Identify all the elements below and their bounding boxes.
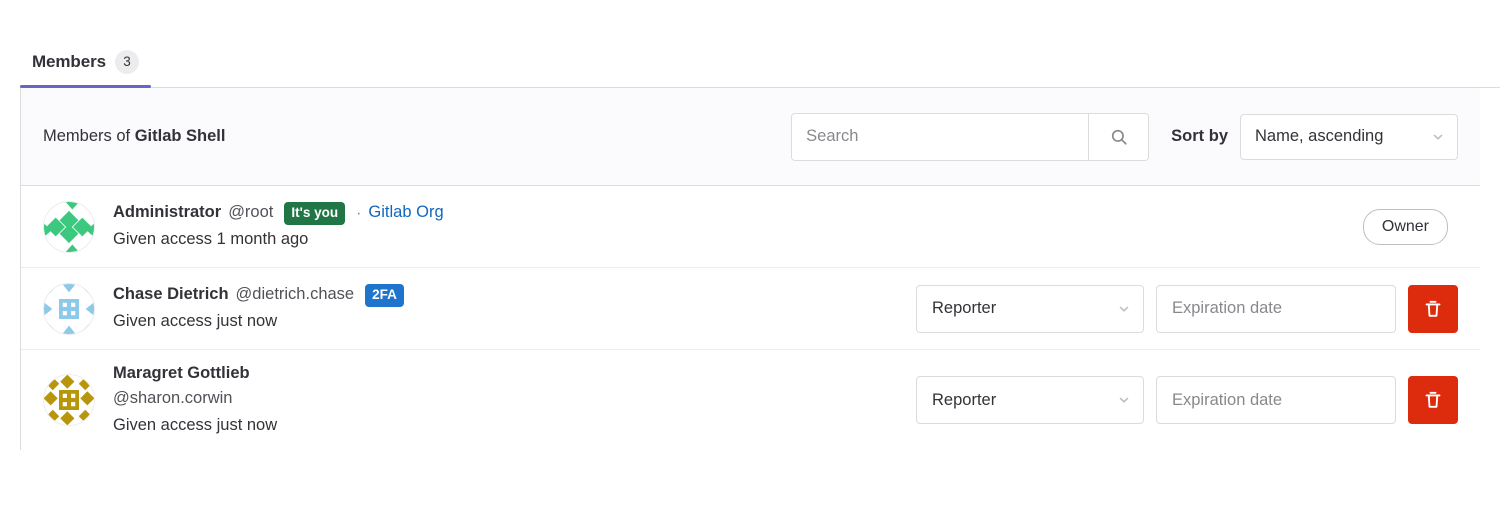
expiration-date-input[interactable] [1156, 284, 1396, 333]
member-identity-line: Chase Dietrich @dietrich.chase 2FA [113, 283, 898, 307]
search-input[interactable] [792, 113, 1089, 160]
member-access-text: Given access 1 month ago [113, 230, 309, 249]
chevron-down-icon [1119, 397, 1129, 403]
role-select[interactable]: Reporter [916, 284, 1144, 333]
member-controls: Owner [1362, 208, 1458, 245]
role-select-value: Reporter [932, 390, 997, 409]
trash-icon [1425, 391, 1441, 408]
two-factor-badge: 2FA [365, 283, 404, 307]
avatar [43, 374, 95, 426]
role-select-value: Reporter [932, 299, 997, 317]
member-row: Administrator @root It's you · Gitlab Or… [21, 186, 1480, 268]
members-of-target: Gitlab Shell [134, 127, 226, 145]
member-name: Chase Dietrich [113, 285, 229, 304]
member-name: Administrator [113, 203, 222, 222]
role-badge-owner: Owner [1362, 208, 1448, 245]
members-card: Members of Gitlab Shell Sort by Name, as… [20, 88, 1480, 450]
member-access-text: Given access just now [113, 312, 278, 331]
identicon-green-icon [44, 201, 94, 252]
search-group [791, 112, 1150, 161]
search-button[interactable] [1088, 113, 1149, 160]
tab-bar: Members 3 [0, 0, 1500, 88]
chevron-down-icon [1433, 134, 1443, 140]
member-controls: Reporter [916, 284, 1458, 333]
members-toolbar: Members of Gitlab Shell Sort by Name, as… [21, 88, 1480, 186]
sort-by-select[interactable]: Name, ascending [1240, 113, 1458, 160]
its-you-badge: It's you [284, 201, 346, 225]
role-select[interactable]: Reporter [916, 376, 1144, 424]
identicon-blue-icon [44, 283, 94, 334]
member-row: Maragret Gottlieb @sharon.corwin Given a… [21, 350, 1480, 450]
members-of-prefix: Members of [43, 127, 131, 145]
member-info: Administrator @root It's you · Gitlab Or… [113, 201, 1345, 252]
member-controls: Reporter [916, 376, 1458, 424]
member-handle: @sharon.corwin [113, 389, 233, 408]
trash-icon [1425, 300, 1441, 317]
tab-members-label: Members [32, 52, 106, 71]
expiration-date-input[interactable] [1156, 376, 1396, 424]
member-name: Maragret Gottlieb [113, 364, 250, 383]
member-access-text: Given access just now [113, 415, 278, 434]
delete-member-button[interactable] [1408, 376, 1458, 424]
member-identity-line: Administrator @root It's you · Gitlab Or… [113, 201, 1345, 225]
sort-by-value: Name, ascending [1255, 127, 1384, 145]
member-handle: @root [228, 203, 274, 222]
delete-member-button[interactable] [1408, 284, 1458, 333]
avatar [43, 200, 95, 253]
member-info: Maragret Gottlieb @sharon.corwin Given a… [113, 362, 898, 437]
chevron-down-icon [1119, 306, 1129, 312]
tab-members-count-badge: 3 [114, 50, 139, 74]
identicon-gold-icon [44, 375, 94, 425]
sort-by-label: Sort by [1171, 127, 1228, 145]
member-handle: @dietrich.chase [235, 285, 355, 304]
search-icon [1111, 129, 1127, 145]
organization-link[interactable]: Gitlab Org [368, 201, 443, 225]
separator-dot: · [356, 204, 362, 222]
member-row: Chase Dietrich @dietrich.chase 2FA Given… [21, 268, 1480, 350]
member-info: Chase Dietrich @dietrich.chase 2FA Given… [113, 283, 898, 334]
member-identity-line: Maragret Gottlieb [113, 362, 898, 386]
avatar [43, 282, 95, 335]
tab-members[interactable]: Members 3 [20, 50, 151, 88]
members-of-title: Members of Gitlab Shell [43, 127, 225, 146]
